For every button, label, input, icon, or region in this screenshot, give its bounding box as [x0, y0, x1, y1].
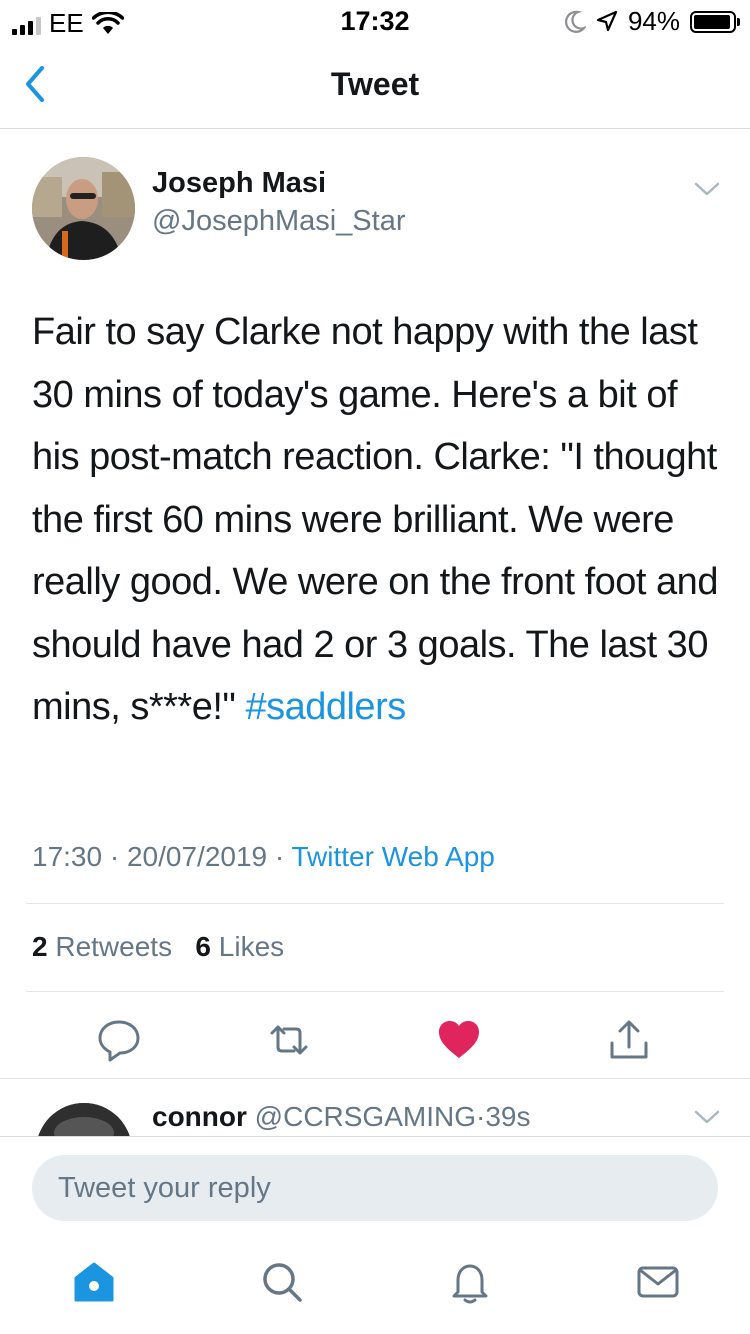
- meta-separator: ·: [476, 1101, 486, 1132]
- location-icon: [596, 10, 618, 31]
- engagement-counts: 2 Retweets 6 Likes: [32, 931, 284, 963]
- tweet-body: Fair to say Clarke not happy with the la…: [32, 311, 718, 728]
- reply-author-name[interactable]: connor: [152, 1101, 247, 1132]
- heart-icon[interactable]: [436, 1017, 482, 1063]
- notifications-icon[interactable]: [446, 1258, 494, 1306]
- moon-icon: [564, 10, 586, 33]
- meta-separator: ·: [109, 841, 120, 872]
- reply-input[interactable]: [32, 1155, 718, 1221]
- retweets-stat[interactable]: 2 Retweets: [32, 931, 172, 962]
- likes-count: 6: [195, 931, 211, 962]
- tweet-date: 20/07/2019: [126, 841, 268, 872]
- meta-separator: ·: [274, 841, 285, 872]
- tweet-meta: 17:30 · 20/07/2019 · Twitter Web App: [32, 841, 495, 873]
- author-name[interactable]: Joseph Masi: [152, 167, 326, 200]
- battery-icon: [690, 10, 740, 33]
- reply-age: 39s: [485, 1101, 531, 1132]
- tweet-time: 17:30: [32, 841, 103, 872]
- battery-percentage: 94%: [627, 6, 680, 36]
- divider: [26, 903, 724, 904]
- likes-stat[interactable]: 6 Likes: [195, 931, 284, 962]
- author-avatar[interactable]: [32, 157, 135, 260]
- navigation-bar: Tweet: [0, 44, 750, 129]
- divider: [26, 991, 724, 992]
- page-title: Tweet: [330, 66, 420, 102]
- hashtag-link[interactable]: #saddlers: [245, 686, 406, 728]
- reply-avatar[interactable]: [36, 1103, 132, 1137]
- chevron-down-icon[interactable]: [692, 179, 722, 199]
- search-icon[interactable]: [258, 1258, 306, 1306]
- tweet-actions: [0, 1005, 750, 1085]
- reply-author-handle[interactable]: @CCRSGAMING: [255, 1101, 476, 1132]
- retweets-count: 2: [32, 931, 48, 962]
- reply-preview[interactable]: connor @CCRSGAMING·39s: [0, 1078, 750, 1137]
- tweet-source-link[interactable]: Twitter Web App: [292, 841, 495, 872]
- status-bar: EE 17:32 94%: [0, 0, 750, 44]
- messages-icon[interactable]: [634, 1258, 682, 1306]
- tweet-text: Fair to say Clarke not happy with the la…: [32, 301, 722, 739]
- reply-composer: [0, 1136, 750, 1237]
- tab-bar: [0, 1236, 750, 1334]
- retweets-label: Retweets: [55, 931, 173, 962]
- likes-label: Likes: [218, 931, 285, 962]
- chevron-down-icon[interactable]: [692, 1107, 722, 1127]
- author-handle[interactable]: @JosephMasi_Star: [152, 205, 406, 238]
- home-icon[interactable]: [70, 1258, 118, 1306]
- reply-header: connor @CCRSGAMING·39s: [152, 1101, 530, 1133]
- reply-icon[interactable]: [96, 1017, 142, 1063]
- share-icon[interactable]: [606, 1017, 652, 1063]
- retweet-icon[interactable]: [266, 1017, 312, 1063]
